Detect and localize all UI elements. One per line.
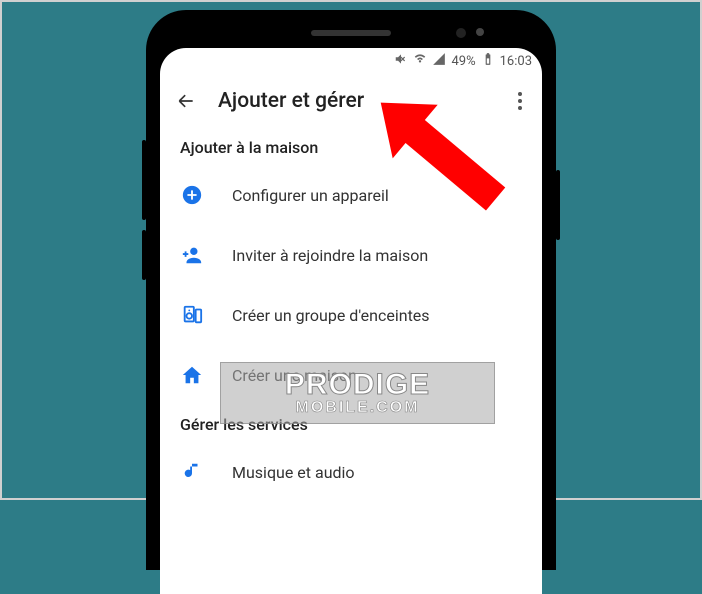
item-label: Créer une maison [232,366,357,385]
home-icon [180,363,204,387]
item-setup-device[interactable]: Configurer un appareil [160,165,542,225]
item-label: Musique et audio [232,463,355,482]
back-button[interactable] [176,91,196,111]
signal-icon [432,52,446,70]
clock: 16:03 [500,54,532,69]
person-add-icon [180,243,204,267]
bixby-button [142,230,146,280]
item-music-audio[interactable]: Musique et audio [160,442,542,502]
status-bar: 49% 16:03 [160,48,542,74]
item-label: Configurer un appareil [232,186,389,205]
item-label: Inviter à rejoindre la maison [232,246,428,265]
section-heading-manage: Gérer les services [160,405,542,442]
speaker-group-icon [180,303,204,327]
item-invite-home[interactable]: Inviter à rejoindre la maison [160,225,542,285]
sensor-dot [476,28,484,36]
plus-circle-icon [180,183,204,207]
more-menu-button[interactable] [514,88,526,114]
battery-icon [481,52,495,70]
app-header: Ajouter et gérer [160,74,542,128]
sensor-dot [456,28,466,38]
page-title: Ajouter et gérer [218,89,364,113]
item-label: Créer un groupe d'enceintes [232,306,430,325]
screen: 49% 16:03 Ajouter et gérer Ajouter à la … [160,48,542,594]
battery-percent: 49% [451,54,475,69]
section-heading-add: Ajouter à la maison [160,128,542,165]
item-create-home[interactable]: Créer une maison [160,345,542,405]
wifi-icon [413,52,427,70]
item-speaker-group[interactable]: Créer un groupe d'enceintes [160,285,542,345]
mute-icon [394,52,408,70]
music-note-icon [180,460,204,484]
power-button [556,170,560,240]
phone-frame: 49% 16:03 Ajouter et gérer Ajouter à la … [146,10,556,570]
volume-button [142,140,146,220]
